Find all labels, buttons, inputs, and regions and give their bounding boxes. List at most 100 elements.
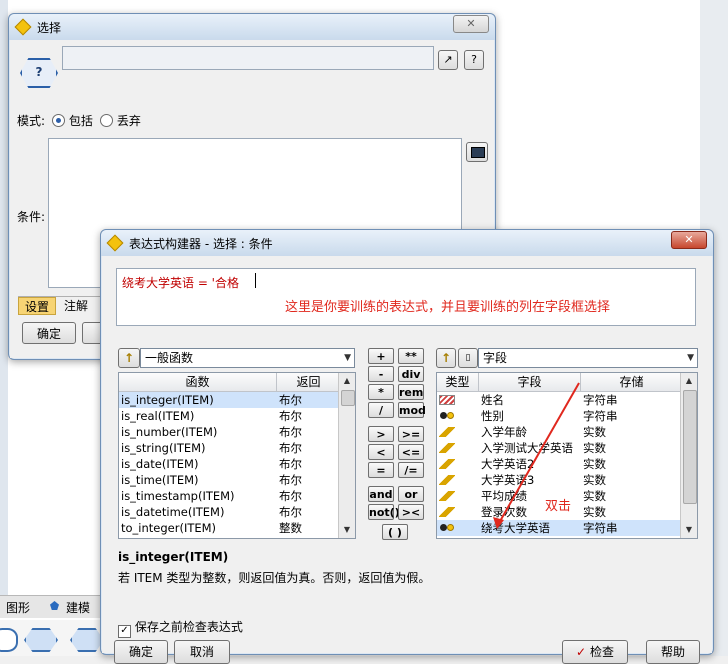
mode-discard[interactable]: 丢弃 — [100, 112, 141, 129]
tab-annotation[interactable]: 注解 — [64, 297, 88, 315]
function-return: 整数 — [279, 521, 302, 535]
operator-button[interactable]: or — [398, 486, 424, 502]
scroll-down-icon[interactable]: ▼ — [339, 522, 355, 538]
function-return: 布尔 — [279, 409, 302, 423]
operator-button[interactable]: >= — [398, 426, 424, 442]
operator-button[interactable]: <= — [398, 444, 424, 460]
annotation-arrow — [493, 382, 580, 529]
function-return: 布尔 — [279, 441, 302, 455]
diamond-icon — [106, 234, 124, 252]
function-row[interactable]: is_integer(ITEM) 布尔 — [119, 392, 341, 408]
checkbox-checked[interactable]: ✓ — [118, 625, 131, 638]
function-row[interactable]: is_real(ITEM) 布尔 — [119, 408, 341, 424]
function-row[interactable]: is_string(ITEM) 布尔 — [119, 440, 341, 456]
radio-discard[interactable] — [100, 114, 113, 127]
function-row[interactable]: is_datetime(ITEM) 布尔 — [119, 504, 341, 520]
app-left-strip — [0, 0, 8, 600]
function-desc-title: is_integer(ITEM) — [118, 550, 229, 564]
function-return: 布尔 — [279, 505, 302, 519]
function-name: is_string(ITEM) — [121, 441, 206, 455]
builder-titlebar: 表达式构建器 - 选择 : 条件 ✕ — [101, 230, 713, 256]
operator-button[interactable]: >< — [398, 504, 424, 520]
field-picker-icon[interactable]: ▯ — [458, 348, 478, 368]
function-row[interactable]: to_integer(ITEM) 整数 — [119, 520, 341, 536]
help-button[interactable]: 帮助 — [646, 640, 700, 664]
field-category-select[interactable]: 字段 ▼ — [478, 348, 698, 368]
function-return: 布尔 — [279, 489, 302, 503]
function-name: is_timestamp(ITEM) — [121, 489, 235, 503]
expression-builder-dialog: 表达式构建器 - 选择 : 条件 ✕ 绕考大学英语 = '合格 这里是你要训练的… — [100, 229, 714, 664]
operator-button[interactable]: ** — [398, 348, 424, 364]
operator-button[interactable]: not() — [368, 504, 400, 520]
radio-include[interactable] — [52, 114, 65, 127]
node-name-field[interactable] — [62, 46, 434, 70]
operator-button[interactable]: / — [368, 402, 394, 418]
expression-input[interactable]: 绕考大学英语 = '合格 这里是你要训练的表达式，并且要训练的列在字段框选择 — [116, 268, 696, 326]
close-button[interactable]: ✕ — [671, 231, 707, 249]
function-row[interactable]: is_number(ITEM) 布尔 — [119, 424, 341, 440]
scroll-up-icon[interactable]: ▲ — [339, 373, 355, 389]
tab-settings[interactable]: 设置 — [18, 297, 56, 315]
node-icon[interactable] — [70, 628, 104, 652]
operator-button[interactable]: > — [368, 426, 394, 442]
check-button[interactable]: ✓ 检查 — [562, 640, 628, 664]
function-category-select[interactable]: 一般函数 ▼ — [140, 348, 355, 368]
check-before-save[interactable]: ✓ 保存之前检查表达式 — [118, 618, 243, 638]
operator-button[interactable]: rem — [398, 384, 424, 400]
chevron-down-icon: ▼ — [344, 353, 351, 363]
fields-table: 类型 字段 存储 姓名 字符串 性别 字符串 入学年龄 实数 入学测试大学英语 实数 大学英语2… — [436, 372, 698, 539]
function-row[interactable]: is_timestamp(ITEM) 布尔 — [119, 488, 341, 504]
function-name: is_date(ITEM) — [121, 457, 199, 471]
condition-label: 条件: — [17, 210, 46, 224]
mode-label: 模式: — [17, 114, 46, 128]
function-return: 布尔 — [279, 457, 302, 471]
functions-table: 函数 返回 is_integer(ITEM) 布尔 is_real(ITEM) 布尔 i… — [118, 372, 356, 539]
tab-strip: 设置 注解 — [18, 296, 102, 315]
expression-text: 绕考大学英语 = '合格 — [122, 276, 239, 290]
operator-button[interactable]: and — [368, 486, 394, 502]
col-return[interactable]: 返回 — [277, 373, 341, 391]
scroll-thumb[interactable] — [341, 390, 355, 406]
tab-modeling[interactable]: 建模 — [66, 599, 90, 616]
builder-ok-button[interactable]: 确定 — [114, 640, 168, 664]
chevron-down-icon: ▼ — [687, 353, 694, 363]
app-bottom-tabs: 图形 建模 — [0, 595, 110, 618]
operator-button[interactable]: ( ) — [382, 524, 408, 540]
function-return: 布尔 — [279, 393, 302, 407]
select-title: 选择 — [37, 21, 62, 35]
operator-button[interactable]: + — [368, 348, 394, 364]
tab-graphs[interactable]: 图形 — [6, 599, 30, 616]
function-desc-text: 若 ITEM 类型为整数，则返回值为真。否则，返回值为假。 — [118, 571, 431, 585]
col-function[interactable]: 函数 — [119, 373, 277, 391]
operator-button[interactable]: < — [368, 444, 394, 460]
operator-button[interactable]: - — [368, 366, 394, 382]
operator-button[interactable]: * — [368, 384, 394, 400]
insert-field-icon[interactable]: ↑ — [436, 348, 456, 368]
function-row[interactable]: is_date(ITEM) 布尔 — [119, 456, 341, 472]
operator-button[interactable]: /= — [398, 462, 424, 478]
function-name: is_time(ITEM) — [121, 473, 199, 487]
text-cursor — [255, 273, 256, 288]
function-row[interactable]: is_time(ITEM) 布尔 — [119, 472, 341, 488]
pentagon-icon — [50, 601, 59, 610]
operator-button[interactable]: = — [368, 462, 394, 478]
function-name: is_integer(ITEM) — [121, 393, 214, 407]
expression-builder-icon[interactable] — [466, 142, 488, 162]
operator-button[interactable]: div — [398, 366, 424, 382]
arrow-up-right-icon[interactable]: ↗ — [438, 50, 458, 70]
operator-button[interactable]: mod — [398, 402, 426, 418]
function-scrollbar[interactable]: ▲ ▼ — [338, 373, 355, 538]
help-icon[interactable]: ? — [464, 50, 484, 70]
close-button[interactable]: ✕ — [453, 15, 489, 33]
node-icon[interactable] — [24, 628, 58, 652]
function-return: 布尔 — [279, 425, 302, 439]
builder-client: 绕考大学英语 = '合格 这里是你要训练的表达式，并且要训练的列在字段框选择 ↑… — [102, 256, 712, 664]
builder-cancel-button[interactable]: 取消 — [174, 640, 230, 664]
node-icon[interactable] — [0, 628, 18, 652]
function-name: is_real(ITEM) — [121, 409, 195, 423]
select-node-icon: ? — [20, 58, 58, 88]
mode-include[interactable]: 包括 — [52, 112, 93, 129]
insert-function-icon[interactable]: ↑ — [118, 348, 140, 368]
select-ok-button[interactable]: 确定 — [22, 322, 76, 344]
app-node-palette — [0, 620, 110, 656]
